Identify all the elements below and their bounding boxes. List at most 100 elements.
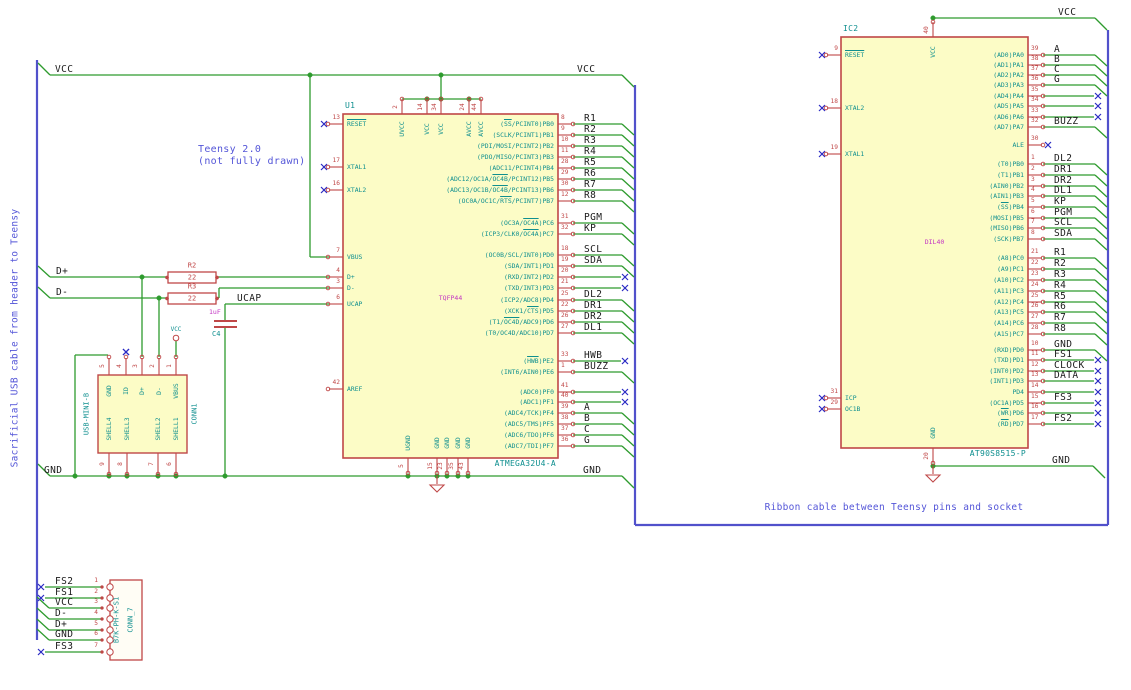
- usb-mini-b-connector[interactable]: [97, 354, 188, 477]
- net-label: R5: [584, 157, 597, 168]
- pin-name: (RD)PD7: [804, 419, 1024, 428]
- pin-name: SHELL1: [171, 417, 180, 441]
- pin-name: (OC1A)PD5: [989, 398, 1024, 407]
- pin-number: 39: [561, 403, 569, 410]
- vcc-power-label: VCC: [170, 326, 182, 333]
- pin-name: (ADC11/PCINT4)PB4: [488, 163, 554, 172]
- chip-ref: IC2: [843, 24, 859, 33]
- pin-number: 6: [94, 630, 98, 637]
- pin-number: 34: [1031, 96, 1039, 103]
- pin-name: (AD6)PA6: [993, 112, 1024, 121]
- pin-number: 5: [1031, 197, 1035, 204]
- net-label: FS3: [55, 641, 74, 652]
- pin-number: 15: [1031, 393, 1039, 400]
- conn7-header[interactable]: [100, 579, 143, 661]
- net-label: SCL: [1054, 217, 1073, 228]
- pin-number: 4: [1031, 186, 1035, 193]
- net-label: FS2: [1054, 413, 1073, 424]
- pin-name: (A8)PC0: [997, 253, 1024, 262]
- pin-number: 1: [1031, 154, 1035, 161]
- pin-number: 23: [436, 462, 444, 470]
- pin-number: 6: [336, 294, 340, 301]
- pin-name: (MOSI)PB5: [989, 213, 1024, 222]
- pin-name: (XCK1/CTS)PD5: [334, 306, 554, 315]
- pin-name: (T0)PB0: [997, 159, 1024, 168]
- plain-text: )PC7: [538, 229, 554, 238]
- pin-name: (SCK)PB7: [993, 234, 1024, 243]
- net-label: R6: [584, 168, 597, 179]
- pin-number: 27: [561, 323, 569, 330]
- pin-number: 1: [165, 364, 173, 368]
- capacitor-c4[interactable]: [214, 320, 237, 328]
- pin-number: 12: [1031, 361, 1039, 368]
- net-label: DR2: [584, 311, 603, 322]
- pin-name: (ADC4/TCK)PF4: [503, 408, 554, 417]
- pin-name: (ADC6/TDO)PF6: [503, 430, 554, 439]
- plain-text: )PD7: [1008, 419, 1024, 428]
- overline-text: OC4B: [492, 185, 508, 194]
- pin-name: PD4: [1012, 387, 1024, 396]
- plain-text: (ADC12/OC1A/: [446, 174, 493, 183]
- net-label: D+: [56, 266, 69, 277]
- plain-text: /PCINT7)PB7: [511, 196, 554, 205]
- usb-part-name: USB-MINI-B: [82, 392, 91, 436]
- pin-name: (SS/PCINT0)PB0: [334, 119, 554, 128]
- pin-number: 27: [1031, 313, 1039, 320]
- pin-number: 10: [1031, 340, 1039, 347]
- vcc-power-symbol: [172, 334, 180, 342]
- pin-name: (AD1)PA1: [993, 60, 1024, 69]
- net-label: R7: [1054, 312, 1067, 323]
- net-label: D-: [55, 608, 68, 619]
- pin-name: (WR)PD6: [804, 409, 1024, 416]
- pin-number: 8: [561, 114, 565, 121]
- pin-name: (A15)PC7: [993, 329, 1024, 338]
- net-label: VCC: [1058, 7, 1077, 18]
- pin-name: (AD4)PA4: [993, 91, 1024, 100]
- pin-number: 25: [561, 290, 569, 297]
- net-label: HWB: [584, 350, 603, 361]
- pin-number: 21: [561, 278, 569, 285]
- plain-text: /PCINT0)PB0: [511, 119, 554, 128]
- plain-text: )PC6: [538, 218, 554, 227]
- pin-name: (PDO/MISO/PCINT3)PB3: [477, 152, 554, 161]
- pin-name: (T1/OC4D/ADC9)PD6: [334, 318, 554, 325]
- net-label: FS2: [55, 576, 74, 587]
- pin-number: 3: [131, 364, 139, 368]
- net-label: VCC: [577, 64, 596, 75]
- plain-text: /PCINT13)PB6: [507, 185, 554, 194]
- pin-name: (OC0B/SCL/INT0)PD0: [484, 250, 554, 259]
- pin-number: 5: [98, 364, 106, 368]
- pin-number: 2: [391, 105, 399, 109]
- pin-number: 6: [165, 462, 173, 466]
- pin-number: 23: [1031, 270, 1039, 277]
- pin-name: (SDA/INT1)PD1: [503, 261, 554, 270]
- pin-name: (SCLK/PCINT1)PB1: [492, 130, 554, 139]
- pin-name: (A9)PC1: [997, 264, 1024, 273]
- plain-text: (XCK1/: [503, 306, 528, 315]
- net-label: DL2: [584, 289, 603, 300]
- net-label: DL1: [584, 322, 603, 333]
- net-label: DL2: [1054, 153, 1073, 164]
- pin-name: (ADC12/OC1A/OC4B/PCINT12)PB5: [334, 174, 554, 183]
- pin-number: 17: [332, 157, 340, 164]
- pin-number: 40: [561, 392, 569, 399]
- pin-number: 44: [470, 103, 478, 111]
- pin-name: (AD0)PA0: [993, 50, 1024, 59]
- pin-name: XTAL1: [845, 149, 865, 158]
- plain-text: )PE2: [538, 356, 554, 365]
- net-label: BUZZ: [584, 361, 609, 372]
- pin-name: (OC0A/OC1C/RTS/PCINT7)PB7: [334, 196, 554, 205]
- net-label: VCC: [55, 64, 74, 75]
- net-label: G: [1054, 74, 1061, 85]
- chip-value: AT90S8515-P: [969, 449, 1026, 458]
- pin-number: 37: [1031, 65, 1039, 72]
- pin-name: (T1)PB1: [997, 170, 1024, 179]
- net-label: D-: [56, 287, 69, 298]
- pin-number: 2: [1031, 165, 1035, 172]
- net-label: SDA: [1054, 228, 1073, 239]
- pin-name: (AD7)PA7: [993, 122, 1024, 131]
- net-label: FS3: [1054, 392, 1073, 403]
- pin-number: 19: [561, 256, 569, 263]
- pin-name: D-: [154, 387, 163, 395]
- note-teensy: Teensy 2.0: [198, 144, 262, 155]
